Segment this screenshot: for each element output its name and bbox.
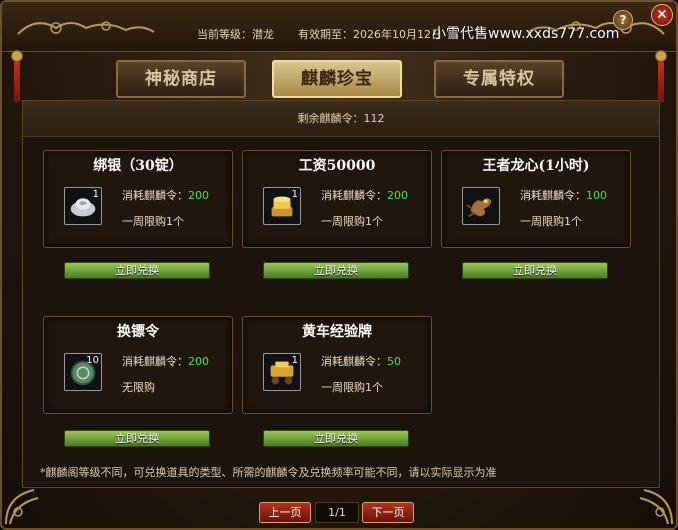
page-indicator: 1/1 — [315, 502, 359, 523]
item-count: 1 — [291, 189, 298, 200]
item-card: 王者龙心(1小时) 消耗麒麟令：100 一周限购1个 — [441, 150, 631, 248]
escort-token-icon[interactable]: 10 — [64, 353, 102, 391]
item-cost: 消耗麒麟令：100 — [520, 187, 607, 203]
cost-label: 消耗麒麟令： — [122, 355, 188, 368]
cost-value: 100 — [586, 189, 607, 202]
item-title: 绑银（30锭） — [93, 158, 183, 174]
close-button[interactable]: ✕ — [651, 4, 673, 26]
purchase-limit: 一周限购1个 — [520, 215, 582, 228]
tassel-icon — [11, 50, 23, 104]
cost-label: 消耗麒麟令： — [520, 189, 586, 202]
item-title: 黄车经验牌 — [302, 324, 372, 340]
purchase-limit: 一周限购1个 — [321, 215, 383, 228]
gold-cart-icon[interactable]: 1 — [263, 353, 301, 391]
cost-label: 消耗麒麟令： — [321, 189, 387, 202]
watermark: 小雪代售www.xxds777.com — [432, 26, 620, 42]
item-count: 10 — [86, 355, 99, 366]
item-count: 1 — [92, 189, 99, 200]
item-title: 王者龙心(1小时) — [482, 158, 590, 174]
item-title: 换镖令 — [117, 324, 159, 340]
item-card: 换镖令 10 消耗麒麟令：200 无限购 — [43, 316, 233, 414]
cloud-ornament-icon — [16, 14, 156, 40]
expiry-date: 有效期至：2026年10月12日 — [298, 28, 442, 41]
cost-label: 消耗麒麟令： — [321, 355, 387, 368]
silver-ingot-icon[interactable]: 1 — [64, 187, 102, 225]
item-cost: 消耗麒麟令：200 — [122, 187, 209, 203]
info-bar: 当前等级：潜龙 有效期至：2026年10月12日 — [197, 26, 442, 42]
item-cost: 消耗麒麟令：50 — [321, 353, 401, 369]
cost-value: 50 — [387, 355, 401, 368]
remaining-tokens: 剩余麒麟令：112 — [23, 101, 659, 137]
header-bar: 当前等级：潜龙 有效期至：2026年10月12日 小雪代售www.xxds777… — [2, 2, 676, 52]
item-card: 工资50000 1 消耗麒麟令：200 一周限购1个 — [242, 150, 432, 248]
tab-mystery-shop[interactable]: 神秘商店 — [116, 60, 246, 98]
purchase-limit: 一周限购1个 — [122, 215, 184, 228]
next-page-button[interactable]: 下一页 — [362, 502, 414, 523]
prev-page-button[interactable]: 上一页 — [259, 502, 311, 523]
help-button[interactable]: ? — [613, 10, 633, 30]
cost-value: 200 — [188, 189, 209, 202]
item-title: 工资50000 — [298, 158, 376, 174]
purchase-limit: 一周限购1个 — [321, 381, 383, 394]
gold-coin-stack-icon[interactable]: 1 — [263, 187, 301, 225]
footnote: *麒麟阁等级不同，可兑换道具的类型、所需的麒麟令及兑换频率可能不同，请以实际显示… — [40, 466, 497, 479]
purchase-limit: 无限购 — [122, 381, 155, 394]
item-cost: 消耗麒麟令：200 — [122, 353, 209, 369]
corner-ornament-icon — [634, 486, 674, 526]
item-card: 黄车经验牌 1 消耗麒麟令：50 一周限购1个 — [242, 316, 432, 414]
exchange-button[interactable]: 立即兑换 — [64, 430, 210, 447]
exchange-button[interactable]: 立即兑换 — [263, 430, 409, 447]
cost-value: 200 — [188, 355, 209, 368]
item-count: 1 — [291, 355, 298, 366]
item-card: 绑银（30锭） 1 消耗麒麟令：200 一周限购1个 — [43, 150, 233, 248]
tassel-icon — [655, 50, 667, 104]
corner-ornament-icon — [4, 486, 44, 526]
tab-exclusive-privilege[interactable]: 专属特权 — [434, 60, 564, 98]
exchange-button[interactable]: 立即兑换 — [64, 262, 210, 279]
cost-value: 200 — [387, 189, 408, 202]
current-level: 当前等级：潜龙 — [197, 28, 274, 41]
tab-bar: 神秘商店 麒麟珍宝 专属特权 — [112, 60, 572, 100]
qilin-treasure-panel: 当前等级：潜龙 有效期至：2026年10月12日 小雪代售www.xxds777… — [0, 0, 678, 530]
exchange-button[interactable]: 立即兑换 — [263, 262, 409, 279]
item-cost: 消耗麒麟令：200 — [321, 187, 408, 203]
tab-qilin-treasure[interactable]: 麒麟珍宝 — [272, 60, 402, 98]
cost-label: 消耗麒麟令： — [122, 189, 188, 202]
exchange-button[interactable]: 立即兑换 — [462, 262, 608, 279]
dragon-heart-icon[interactable] — [462, 187, 500, 225]
